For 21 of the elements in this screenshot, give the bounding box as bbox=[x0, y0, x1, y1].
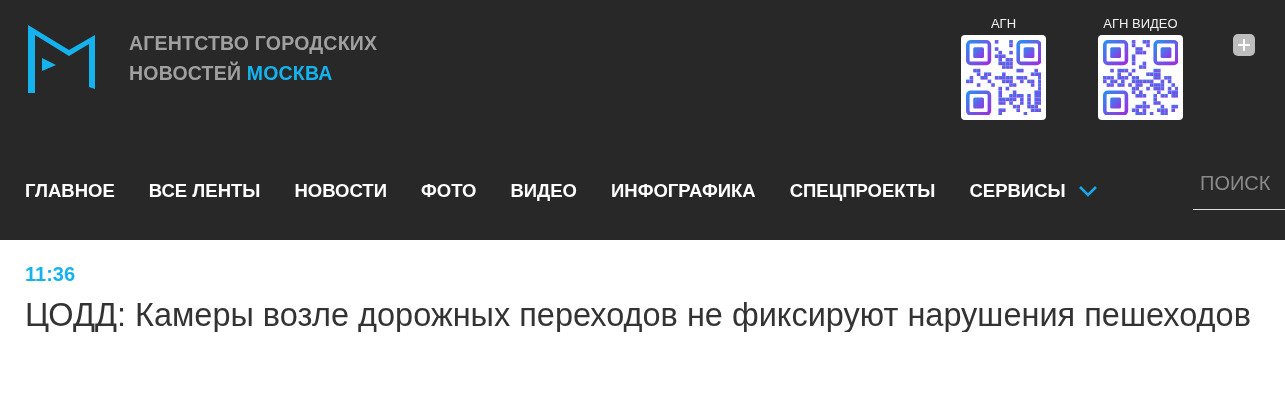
search-field[interactable]: ПОИСК bbox=[1193, 172, 1285, 210]
nav-link[interactable]: ФОТО bbox=[420, 180, 477, 202]
nav-link[interactable]: ГЛАВНОЕ bbox=[25, 180, 115, 202]
plus-button[interactable] bbox=[1233, 34, 1255, 56]
qr-code-icon bbox=[1102, 39, 1179, 116]
qr-label: АГН bbox=[990, 16, 1017, 32]
logo-text: АГЕНТСТВО ГОРОДСКИХ bbox=[129, 32, 378, 54]
news-time: 11:36 bbox=[25, 262, 76, 287]
qr-code-icon bbox=[965, 39, 1042, 116]
qr-label: АГН ВИДЕО bbox=[1103, 16, 1178, 32]
nav-link[interactable]: ИНФОГРАФИКА bbox=[610, 180, 756, 202]
nav-link[interactable]: ВИДЕО bbox=[510, 180, 577, 202]
logo-text: НОВОСТЕЙ bbox=[129, 62, 242, 84]
logo-text: МОСКВА bbox=[246, 62, 333, 84]
nav-link[interactable]: СЕРВИСЫ bbox=[969, 180, 1098, 202]
nav-link[interactable]: СПЕЦПРОЕКТЫ bbox=[789, 180, 936, 202]
qr-code-card[interactable] bbox=[961, 35, 1046, 120]
nav-link[interactable]: ВСЕ ЛЕНТЫ bbox=[148, 180, 261, 202]
qr-code-card[interactable] bbox=[1098, 35, 1183, 120]
logo-icon bbox=[25, 22, 98, 96]
nav-link[interactable]: НОВОСТИ bbox=[294, 180, 387, 202]
